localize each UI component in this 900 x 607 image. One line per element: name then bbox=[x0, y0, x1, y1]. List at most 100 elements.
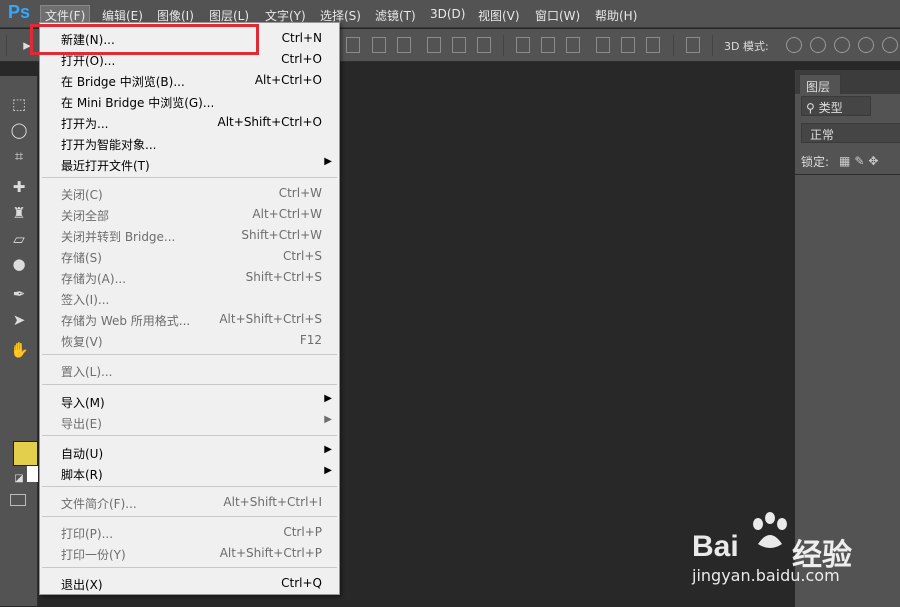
blend-mode-select[interactable]: 正常 bbox=[801, 123, 900, 143]
menu-item-label: 导出(E) bbox=[61, 417, 102, 431]
layer-filter-value: 类型 bbox=[818, 101, 843, 115]
menu-item-save-as[interactable]: 存储为(A)... Shift+Ctrl+S bbox=[40, 267, 339, 288]
menu-item-exit[interactable]: 退出(X) Ctrl+Q bbox=[40, 573, 339, 594]
menu-separator bbox=[42, 384, 337, 385]
auto-align-icon[interactable] bbox=[686, 37, 700, 53]
align-bottom-icon[interactable] bbox=[397, 37, 411, 53]
blur-tool-icon[interactable]: ● bbox=[10, 256, 28, 272]
distribute-vcenter-icon[interactable] bbox=[541, 37, 555, 53]
menu-item-save-for-web[interactable]: 存储为 Web 所用格式... Alt+Shift+Ctrl+S bbox=[40, 309, 339, 330]
menu-item-label: 存储(S) bbox=[61, 251, 102, 265]
menu-item-open-smart-object[interactable]: 打开为智能对象... bbox=[40, 133, 339, 154]
menu-item-scripts[interactable]: 脚本(R) ▶ bbox=[40, 463, 339, 484]
menu-item-automate[interactable]: 自动(U) ▶ bbox=[40, 442, 339, 463]
align-top-icon[interactable] bbox=[346, 37, 360, 53]
menu-item-label: 关闭并转到 Bridge... bbox=[61, 230, 176, 244]
distribute-top-icon[interactable] bbox=[516, 37, 530, 53]
menu-item-label: 置入(L)... bbox=[61, 365, 113, 379]
align-vcenter-icon[interactable] bbox=[372, 37, 386, 53]
3d-roll-icon[interactable] bbox=[810, 37, 826, 53]
menu-separator bbox=[42, 486, 337, 487]
pen-tool-icon[interactable]: ✒ bbox=[10, 286, 28, 302]
eraser-tool-icon[interactable]: ▱ bbox=[10, 231, 28, 247]
menu-item-export[interactable]: 导出(E) ▶ bbox=[40, 412, 339, 433]
options-divider bbox=[503, 35, 504, 56]
menu-item-print[interactable]: 打印(P)... Ctrl+P bbox=[40, 522, 339, 543]
menu-item-close[interactable]: 关闭(C) Ctrl+W bbox=[40, 183, 339, 204]
menu-item-place[interactable]: 置入(L)... bbox=[40, 360, 339, 381]
menu-item-file-info[interactable]: 文件简介(F)... Alt+Shift+Ctrl+I bbox=[40, 492, 339, 513]
menu-item-shortcut: Ctrl+O bbox=[281, 52, 322, 66]
menu-item-label: 存储为 Web 所用格式... bbox=[61, 314, 191, 328]
lock-label: 锁定: bbox=[801, 155, 830, 169]
menu-item-close-all[interactable]: 关闭全部 Alt+Ctrl+W bbox=[40, 204, 339, 225]
menu-item-label: 恢复(V) bbox=[61, 335, 103, 349]
menu-item-revert[interactable]: 恢复(V) F12 bbox=[40, 330, 339, 351]
menu-item-shortcut: Shift+Ctrl+W bbox=[241, 228, 322, 242]
tab-layers[interactable]: 图层 bbox=[799, 74, 841, 94]
marquee-tool-icon[interactable]: ⬚ bbox=[10, 96, 28, 112]
hand-tool-icon[interactable]: ✋ bbox=[10, 342, 29, 358]
menu-item-open-as[interactable]: 打开为... Alt+Shift+Ctrl+O bbox=[40, 112, 339, 133]
distribute-bottom-icon[interactable] bbox=[566, 37, 580, 53]
menu-item-save[interactable]: 存储(S) Ctrl+S bbox=[40, 246, 339, 267]
menu-item-label: 打印(P)... bbox=[61, 527, 114, 541]
submenu-arrow-icon: ▶ bbox=[324, 465, 332, 476]
3d-scale-icon[interactable] bbox=[882, 37, 898, 53]
healing-brush-icon[interactable]: ✚ bbox=[10, 179, 28, 195]
panel-divider bbox=[795, 174, 900, 175]
menu-item-label: 打开为智能对象... bbox=[61, 138, 157, 152]
3d-slide-icon[interactable] bbox=[858, 37, 874, 53]
options-divider bbox=[6, 35, 7, 56]
menu-item-recent-files[interactable]: 最近打开文件(T) ▶ bbox=[40, 154, 339, 175]
menu-item-new[interactable]: 新建(N)... Ctrl+N bbox=[30, 24, 339, 55]
menu-item-label: 脚本(R) bbox=[61, 468, 103, 482]
menu-item-open[interactable]: 打开(O)... Ctrl+O bbox=[40, 49, 339, 70]
distribute-left-icon[interactable] bbox=[596, 37, 610, 53]
menu-item-shortcut: Ctrl+W bbox=[278, 186, 322, 200]
path-selection-icon[interactable]: ➤ bbox=[10, 312, 28, 328]
options-divider bbox=[712, 35, 713, 56]
menu-item-label: 签入(I)... bbox=[61, 293, 110, 307]
quick-mask-icon[interactable] bbox=[10, 494, 26, 506]
menu-help[interactable]: 帮助(H) bbox=[595, 7, 637, 24]
distribute-right-icon[interactable] bbox=[646, 37, 660, 53]
lock-options-icons[interactable]: ▦✎✥ bbox=[839, 154, 882, 168]
distribute-hcenter-icon[interactable] bbox=[621, 37, 635, 53]
menu-item-print-one-copy[interactable]: 打印一份(Y) Alt+Shift+Ctrl+P bbox=[40, 543, 339, 564]
crop-tool-icon[interactable]: ⌗ bbox=[10, 148, 28, 164]
menu-item-browse-mini-bridge[interactable]: 在 Mini Bridge 中浏览(G)... bbox=[40, 91, 339, 112]
menu-item-check-in[interactable]: 签入(I)... bbox=[40, 288, 339, 309]
menu-view[interactable]: 视图(V) bbox=[478, 7, 520, 24]
menu-3d[interactable]: 3D(D) bbox=[430, 7, 465, 21]
menu-filter[interactable]: 滤镜(T) bbox=[375, 7, 416, 24]
submenu-arrow-icon: ▶ bbox=[324, 393, 332, 404]
menu-window[interactable]: 窗口(W) bbox=[535, 7, 580, 24]
background-color-swatch[interactable] bbox=[27, 464, 38, 482]
menu-item-label: 关闭(C) bbox=[61, 188, 103, 202]
menu-item-close-goto-bridge[interactable]: 关闭并转到 Bridge... Shift+Ctrl+W bbox=[40, 225, 339, 246]
clone-stamp-icon[interactable]: ♜ bbox=[10, 205, 28, 221]
menu-item-label: 新建(N)... bbox=[61, 33, 115, 47]
lasso-tool-icon[interactable]: ◯ bbox=[10, 122, 28, 138]
menu-item-shortcut: Alt+Shift+Ctrl+I bbox=[223, 495, 322, 509]
3d-drag-icon[interactable] bbox=[834, 37, 850, 53]
3d-mode-label: 3D 模式: bbox=[724, 40, 769, 53]
menu-item-browse-bridge[interactable]: 在 Bridge 中浏览(B)... Alt+Ctrl+O bbox=[40, 70, 339, 91]
menu-item-shortcut: Ctrl+N bbox=[281, 31, 322, 45]
3d-rotate-icon[interactable] bbox=[786, 37, 802, 53]
foreground-color-swatch[interactable] bbox=[13, 441, 38, 466]
default-colors-icon[interactable]: ◪ bbox=[10, 471, 28, 487]
layers-panel: 图层 ⚲ 类型 正常 锁定: ▦✎✥ bbox=[794, 70, 900, 607]
menu-item-shortcut: Alt+Shift+Ctrl+P bbox=[219, 546, 322, 560]
align-hcenter-icon[interactable] bbox=[452, 37, 466, 53]
menu-item-label: 文件简介(F)... bbox=[61, 497, 137, 511]
menu-item-label: 自动(U) bbox=[61, 447, 104, 461]
menu-item-import[interactable]: 导入(M) ▶ bbox=[40, 391, 339, 412]
align-right-icon[interactable] bbox=[477, 37, 491, 53]
align-left-icon[interactable] bbox=[427, 37, 441, 53]
menu-item-label: 打开为... bbox=[61, 117, 109, 131]
layer-filter-select[interactable]: ⚲ 类型 bbox=[801, 96, 871, 116]
tools-panel: ⬚ ◯ ⌗ ✚ ♜ ▱ ● ✒ ➤ ✋ ◪ bbox=[0, 76, 38, 606]
menu-item-shortcut: Alt+Ctrl+O bbox=[254, 73, 322, 87]
